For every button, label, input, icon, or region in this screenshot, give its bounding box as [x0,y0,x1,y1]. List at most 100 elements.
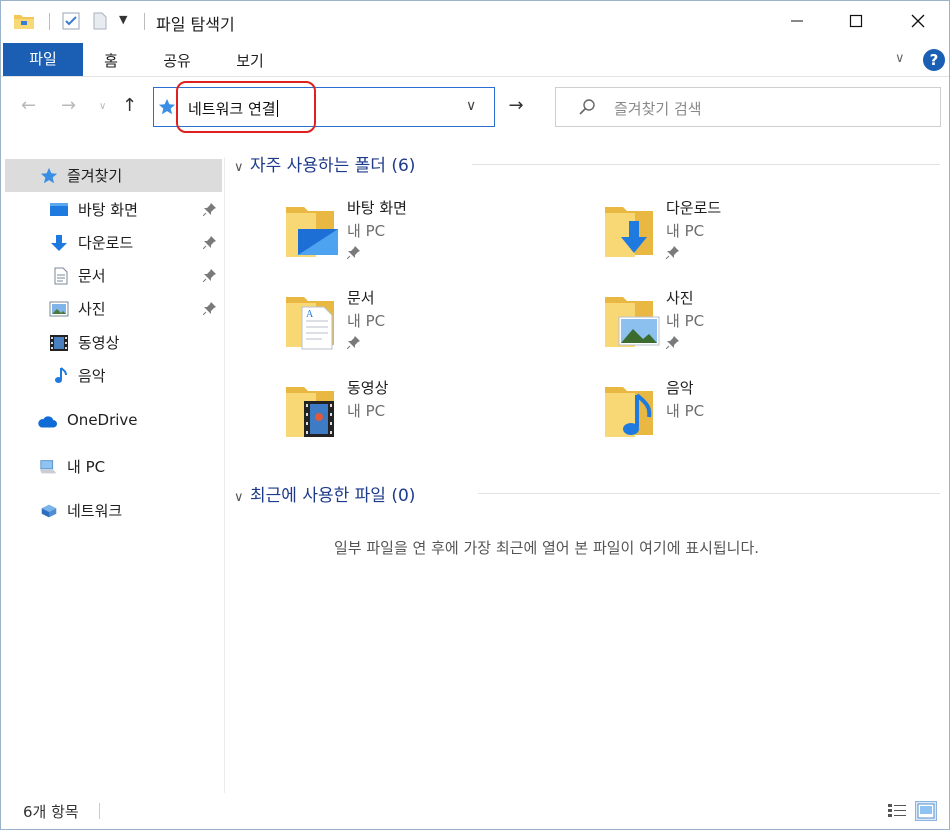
section-title: 자주 사용하는 폴더 (6) [250,156,416,176]
address-input[interactable]: 네트워크 연결 [188,98,278,119]
folder-tile-music[interactable]: 음악 내 PC [603,377,903,455]
separator [99,803,100,819]
tab-view[interactable]: 보기 [226,45,274,77]
go-button[interactable]: → [501,95,531,119]
sidebar-item-videos[interactable]: 동영상 [5,326,222,359]
recent-locations-icon[interactable]: ∨ [99,101,106,112]
folder-location: 내 PC [347,312,386,330]
content-area: ∨ 자주 사용하는 폴더 (6) 바탕 화면 내 PC 다운로드 내 PC A … [226,137,949,793]
sidebar-item-label: 내 PC [67,458,106,476]
minimize-icon [791,20,803,22]
divider [472,164,940,165]
sidebar-item-network[interactable]: 네트워크 [5,494,222,527]
video-icon [50,335,68,351]
forward-button[interactable]: → [61,95,76,116]
address-dropdown-icon[interactable]: ∨ [466,98,476,114]
desktop-icon [50,203,68,216]
new-folder-icon[interactable] [92,12,108,30]
folder-location: 내 PC [666,402,705,420]
close-button[interactable] [887,1,949,41]
folder-app-icon [14,15,34,29]
large-icons-view-icon [917,803,935,819]
address-bar[interactable]: 네트워크 연결 ∨ [153,87,495,127]
frequent-folders-header[interactable]: ∨ 자주 사용하는 폴더 (6) [234,151,415,176]
sidebar-item-label: OneDrive [67,411,138,429]
search-placeholder: 즐겨찾기 검색 [614,100,702,118]
ribbon-tabs: 파일 홈 공유 보기 ∨ ? [1,41,949,77]
tab-home[interactable]: 홈 [93,45,129,77]
music-icon [55,367,67,383]
pictures-icon [49,301,69,317]
collapse-chevron-icon[interactable]: ∨ [234,490,250,505]
title-bar: ▼ 파일 탐색기 [1,1,949,41]
folder-tile-desktop[interactable]: 바탕 화면 내 PC [284,197,584,275]
desktop-folder-icon [286,207,338,257]
sidebar-item-this-pc[interactable]: 내 PC [5,450,222,483]
pin-icon [347,246,360,259]
separator [49,13,50,30]
document-icon [54,267,68,285]
folder-location: 내 PC [347,402,386,420]
quick-access-star-icon [158,98,176,115]
folder-tile-documents[interactable]: A 문서 내 PC [284,287,584,365]
sidebar-item-downloads[interactable]: 다운로드 [5,226,222,259]
close-icon [911,14,925,28]
collapse-chevron-icon[interactable]: ∨ [234,160,250,175]
sidebar-item-label: 다운로드 [78,234,134,252]
pin-icon[interactable] [203,301,217,315]
folder-location: 내 PC [666,312,705,330]
customize-toolbar-icon[interactable]: ▼ [119,13,127,26]
downloads-folder-icon [605,207,653,257]
folder-tile-downloads[interactable]: 다운로드 내 PC [603,197,903,275]
sidebar-item-label: 즐겨찾기 [67,167,123,185]
pin-icon[interactable] [203,268,217,282]
maximize-icon [849,14,863,28]
star-icon [40,167,58,184]
pictures-folder-icon [605,297,660,347]
pin-icon[interactable] [203,235,217,249]
up-button[interactable]: ↑ [122,95,137,116]
sidebar-item-label: 동영상 [78,334,120,352]
sidebar-item-label: 문서 [78,267,106,285]
sidebar-item-label: 음악 [78,367,106,385]
folder-name: 음악 [666,379,694,397]
sidebar-item-label: 바탕 화면 [78,201,138,219]
tab-share[interactable]: 공유 [153,45,201,77]
folder-name: 문서 [347,289,375,307]
svg-text:A: A [306,309,314,320]
sidebar-item-quick-access[interactable]: 즐겨찾기 [5,159,222,192]
folder-location: 내 PC [347,222,386,240]
status-bar: 6개 항목 [1,793,949,829]
text-caret [276,100,278,117]
folder-tile-pictures[interactable]: 사진 내 PC [603,287,903,365]
help-icon[interactable]: ? [923,49,945,71]
folder-tile-videos[interactable]: 동영상 내 PC [284,377,584,455]
pin-icon[interactable] [203,202,217,216]
expand-ribbon-icon[interactable]: ∨ [895,51,905,66]
cloud-icon [38,416,57,428]
computer-icon [39,460,57,474]
music-folder-icon [605,387,653,437]
folder-name: 동영상 [347,379,389,397]
navigation-bar: ← → ∨ ↑ 네트워크 연결 ∨ → 즐겨찾기 검색 [1,77,949,137]
folder-location: 내 PC [666,222,705,240]
properties-icon[interactable] [62,12,80,30]
sidebar-item-label: 네트워크 [67,502,123,520]
sidebar-item-label: 사진 [78,300,106,318]
back-button[interactable]: ← [21,95,36,116]
pin-icon [666,246,679,259]
tab-file[interactable]: 파일 [3,43,83,76]
large-icons-view-button[interactable] [915,801,937,821]
sidebar-item-onedrive[interactable]: OneDrive [5,405,222,438]
details-view-icon[interactable] [887,802,907,820]
sidebar-item-desktop[interactable]: 바탕 화면 [5,193,222,226]
pin-icon [347,336,360,349]
maximize-button[interactable] [825,1,887,41]
search-box[interactable]: 즐겨찾기 검색 [555,87,941,127]
recent-files-header[interactable]: ∨ 최근에 사용한 파일 (0) [234,481,415,506]
sidebar-item-music[interactable]: 음악 [5,359,222,392]
network-icon [41,504,57,518]
sidebar-item-pictures[interactable]: 사진 [5,292,222,325]
sidebar-item-documents[interactable]: 문서 [5,259,222,292]
minimize-button[interactable] [766,1,828,41]
